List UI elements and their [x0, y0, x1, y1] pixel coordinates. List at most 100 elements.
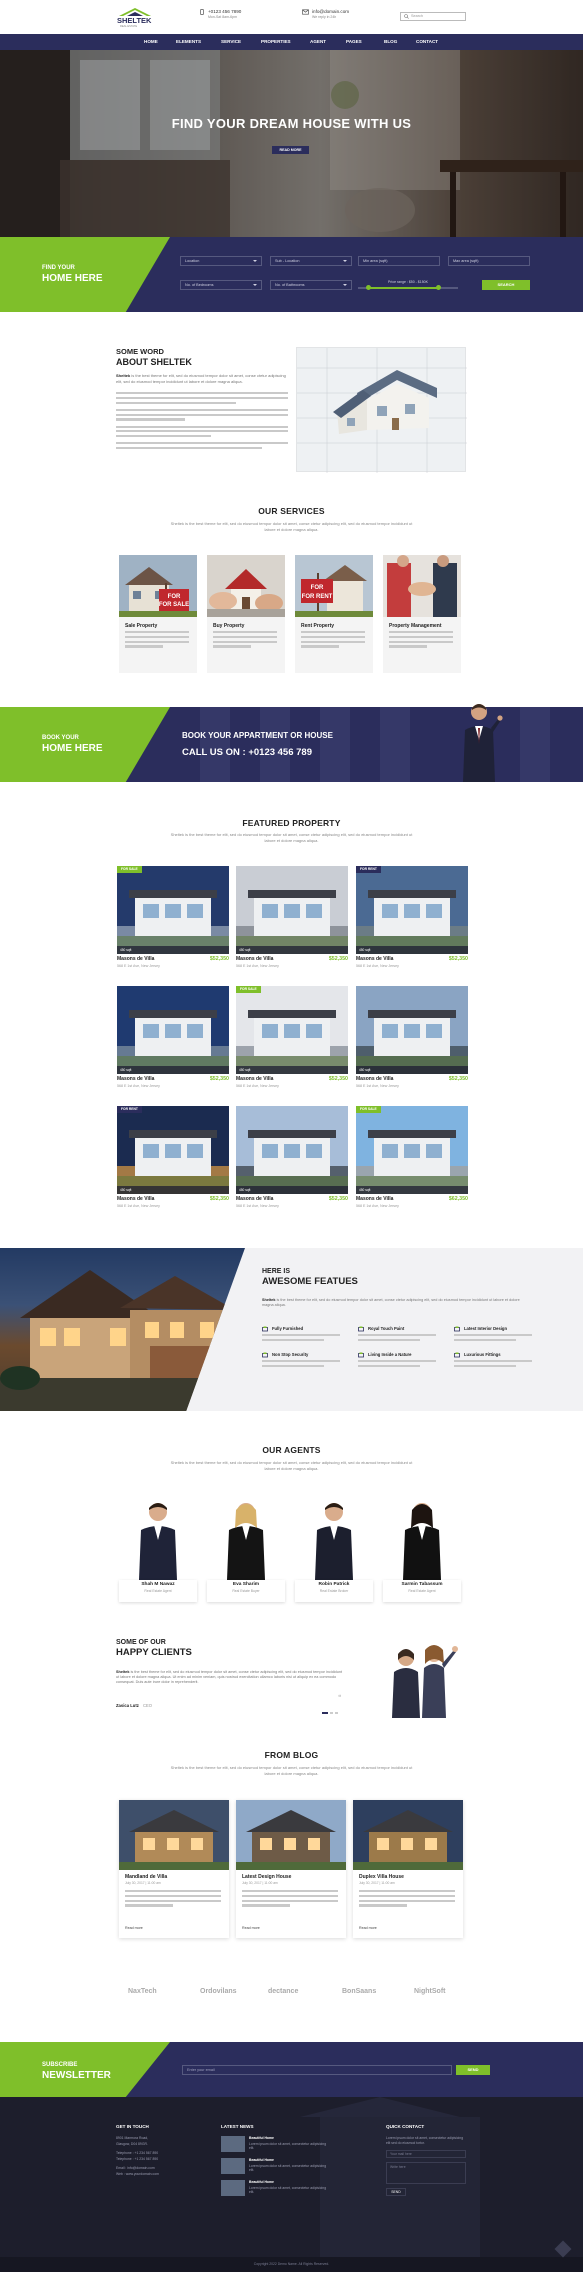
service-card-sale[interactable]: FOR FOR SALE Sale Property	[119, 555, 197, 673]
email-address[interactable]: info@domain.com	[312, 9, 349, 14]
property-card[interactable]: FOR SALE 450 sqft Masons de Villa $52,350 56…	[117, 866, 229, 976]
blog-subtitle: Sheltek is the best theme for elit, sed …	[170, 1765, 413, 1776]
nav-properties[interactable]: PROPERTIES	[261, 39, 291, 44]
price-range-max-handle[interactable]	[436, 285, 441, 290]
bathrooms-select[interactable]: No. of Bathrooms	[270, 280, 352, 290]
partner-logo[interactable]: NightSoft	[414, 1988, 446, 1995]
partner-logo[interactable]: Ordovilans	[200, 1988, 237, 1995]
agents-title: OUR AGENTS	[262, 1445, 321, 1455]
featured-subtitle: Sheltek is the best theme for elit, sed …	[170, 832, 413, 843]
bedrooms-select[interactable]: No. of Bedrooms	[180, 280, 262, 290]
footer-news-title[interactable]: Beautiful Home	[249, 2180, 274, 2184]
price-range-slider[interactable]: Price range : $50 - $150K	[358, 280, 458, 290]
quick-contact-message-input[interactable]: Write here	[386, 2162, 466, 2184]
nav-contact[interactable]: CONTACT	[416, 39, 438, 44]
property-meta: 450 sqft	[117, 1066, 229, 1074]
property-card[interactable]: 450 sqft Masons de Villa $52,350 568 E 1st …	[236, 866, 348, 976]
property-card[interactable]: FOR RENT 450 sqft Masons de Villa $52,350 56…	[117, 1106, 229, 1216]
agent-card[interactable]: Eva Sharim Real Estate Buyer	[207, 1494, 285, 1602]
blog-card[interactable]: Mandland de Villa July 30, 2017 | 11:00 a…	[119, 1800, 229, 1938]
footer-news-thumb[interactable]	[221, 2136, 245, 2152]
partner-logo[interactable]: NaxTech	[128, 1988, 157, 1995]
footer-news-thumb[interactable]	[221, 2158, 245, 2174]
features-heading: HERE IS AWESOME FEATUES	[262, 1268, 358, 1287]
feature-desc	[262, 1360, 340, 1370]
feature-desc	[454, 1334, 532, 1344]
search-input[interactable]: Search	[400, 12, 466, 21]
feature-title: Fully Furnished	[272, 1326, 304, 1331]
location-select[interactable]: Location	[180, 256, 262, 266]
min-area-input[interactable]: Min area (sqft)	[358, 256, 440, 266]
testimonial-pager[interactable]	[322, 1712, 342, 1715]
property-name[interactable]: Masons de Villa	[356, 1076, 393, 1082]
footer-news-title[interactable]: Beautiful Home	[249, 2136, 274, 2140]
property-name[interactable]: Masons de Villa	[236, 956, 273, 962]
footer-news-title[interactable]: Beautiful Home	[249, 2158, 274, 2162]
property-name[interactable]: Masons de Villa	[117, 1196, 154, 1202]
service-card-rent[interactable]: FOR FOR RENT Rent Property	[295, 555, 373, 673]
property-card[interactable]: FOR SALE 450 sqft Masons de Villa $62,350 56…	[356, 1106, 468, 1216]
nav-agent[interactable]: AGENT	[310, 39, 326, 44]
search-button[interactable]: SEARCH	[482, 280, 530, 290]
property-card[interactable]: FOR SALE 450 sqft Masons de Villa $52,350 56…	[236, 986, 348, 1096]
blog-post-title[interactable]: Duplex Villa House	[359, 1874, 404, 1880]
footer-quick-text: Lorem ipsum dolor sit amet, consectetur …	[386, 2136, 464, 2145]
features-title-big: AWESOME FEATUES	[262, 1276, 358, 1287]
nav-blog[interactable]: BLOG	[384, 39, 397, 44]
hero-title: FIND YOUR DREAM HOUSE WITH US	[171, 116, 412, 131]
property-image	[356, 986, 468, 1074]
service-card-buy[interactable]: Buy Property	[207, 555, 285, 673]
service-card-management[interactable]: Property Management	[383, 555, 461, 673]
faucet-icon	[454, 1352, 460, 1358]
max-area-input[interactable]: Max area (sqft)	[448, 256, 530, 266]
property-card[interactable]: 450 sqft Masons de Villa $52,350 568 E 1st …	[356, 986, 468, 1096]
blog-title: FROM BLOG	[264, 1750, 319, 1760]
property-card[interactable]: FOR RENT 450 sqft Masons de Villa $52,350 56…	[356, 866, 468, 976]
partner-logo[interactable]: dectance	[268, 1988, 298, 1995]
blog-read-more-link[interactable]: Read more	[125, 1926, 143, 1930]
property-name[interactable]: Masons de Villa	[117, 1076, 154, 1082]
quick-contact-email-input[interactable]: Your mail here	[386, 2150, 466, 2158]
property-meta: 450 sqft	[356, 1186, 468, 1194]
footer-news-thumb[interactable]	[221, 2180, 245, 2196]
booking-call[interactable]: CALL US ON : +0123 456 789	[182, 747, 312, 758]
newsletter-send-button[interactable]: SEND	[456, 2065, 490, 2075]
property-card[interactable]: 450 sqft Masons de Villa $52,350 568 E 1st …	[236, 1106, 348, 1216]
search-label-big: HOME HERE	[42, 273, 103, 284]
blog-post-title[interactable]: Latest Design House	[242, 1874, 291, 1880]
property-name[interactable]: Masons de Villa	[356, 1196, 393, 1202]
logo[interactable]: SHELTEK REAL ESTATE	[115, 6, 155, 28]
property-area: 450 sqft	[120, 948, 132, 952]
property-card[interactable]: 450 sqft Masons de Villa $52,350 568 E 1st …	[117, 986, 229, 1096]
blog-card[interactable]: Latest Design House July 30, 2017 | 11:00…	[236, 1800, 346, 1938]
features-intro-text: is the best theme for elit, sed do eiusm…	[262, 1298, 520, 1307]
nav-pages[interactable]: PAGES	[346, 39, 362, 44]
hero-read-more-button[interactable]: READ MORE	[272, 146, 309, 154]
phone-number: +0123 456 7890	[208, 9, 242, 14]
blog-read-more-link[interactable]: Read more	[359, 1926, 377, 1930]
property-name[interactable]: Masons de Villa	[356, 956, 393, 962]
nav-elements[interactable]: ELEMENTS	[176, 39, 201, 44]
logo-tagline: REAL ESTATE	[120, 24, 137, 28]
nav-service[interactable]: SERVICE	[221, 39, 241, 44]
nav-home[interactable]: HOME	[144, 39, 158, 44]
footer-web[interactable]: Web : www.yourdomain.com	[116, 2172, 159, 2176]
partner-logo[interactable]: BonSaans	[342, 1988, 376, 1995]
agent-card[interactable]: Robin Patrick Real Estate Broker	[295, 1494, 373, 1602]
property-name[interactable]: Masons de Villa	[236, 1196, 273, 1202]
price-range-min-handle[interactable]	[366, 285, 371, 290]
quick-contact-send-button[interactable]: SEND	[386, 2188, 406, 2196]
footer-news-text: Lorem ipsum dolor sit amet, consectetur …	[249, 2186, 327, 2195]
property-name[interactable]: Masons de Villa	[117, 956, 154, 962]
sub-location-select[interactable]: Sub - Location	[270, 256, 352, 266]
blog-card[interactable]: Duplex Villa House July 30, 2017 | 11:00 …	[353, 1800, 463, 1938]
property-price: $52,350	[209, 1076, 229, 1082]
property-name[interactable]: Masons de Villa	[236, 1076, 273, 1082]
footer-news-text: Lorem ipsum dolor sit amet, consectetur …	[249, 2142, 327, 2151]
footer-email[interactable]: Email : info@domain.com	[116, 2166, 155, 2170]
blog-read-more-link[interactable]: Read more	[242, 1926, 260, 1930]
agent-card[interactable]: Shah M Nawaz Real Estate Agent	[119, 1494, 197, 1602]
blog-post-title[interactable]: Mandland de Villa	[125, 1874, 167, 1880]
newsletter-email-input[interactable]: Enter your email	[182, 2065, 452, 2075]
agent-card[interactable]: Sarmin Tabassum Real Estate Agent	[383, 1494, 461, 1602]
